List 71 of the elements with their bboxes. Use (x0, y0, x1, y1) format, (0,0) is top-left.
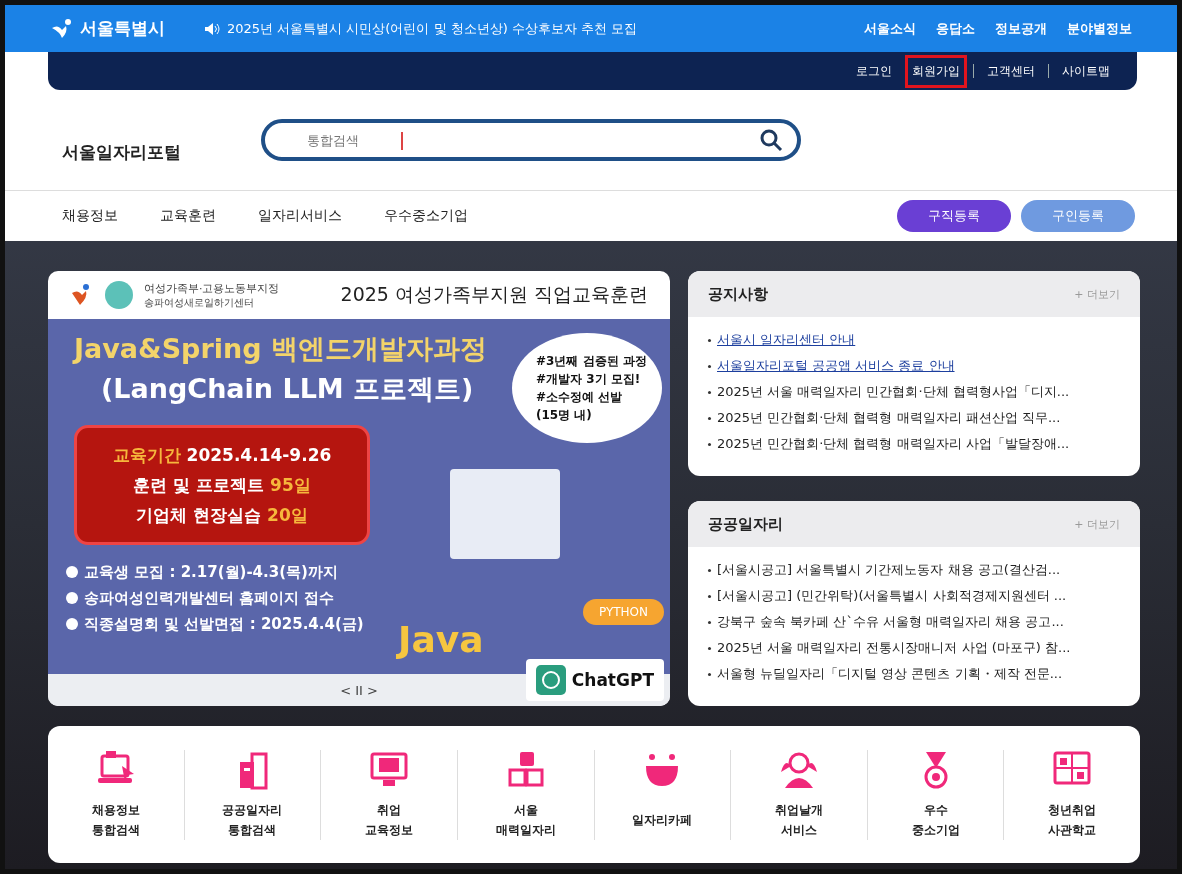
python-tag: PYTHON (582, 599, 664, 625)
quick-menu-link[interactable]: 공공일자리 통합검색 (222, 799, 283, 840)
notice-item[interactable]: 서울시 일자리센터 안내 (717, 329, 856, 351)
nav-item[interactable]: 일자리서비스 (258, 207, 342, 225)
search-icon[interactable] (759, 128, 783, 152)
bullet-dot (708, 390, 711, 394)
job-item[interactable]: [서울시공고] 서울특별시 기간제노동자 채용 공고(결산검... (717, 559, 1061, 581)
course-subtitle: (LangChain LLM 프로젝트) (101, 372, 474, 406)
bullet-dot (708, 442, 711, 446)
bullet-dot (708, 672, 711, 676)
knot-icon (535, 665, 566, 695)
org-subtitle: 여성가족부·고용노동부지정 (144, 280, 280, 296)
period-line: 기업체 현장실습 20일 (135, 504, 309, 527)
period-line: 훈련 및 프로젝트 95일 (132, 474, 312, 497)
search-box[interactable]: 통합검색 (261, 119, 801, 161)
card-title: 공공일자리 (708, 514, 783, 534)
bullet-dot (708, 364, 711, 368)
banner-headline: 2025 여성가족부지원 직업교육훈련 (340, 282, 648, 307)
card-title: 공지사항 (708, 284, 768, 304)
job-item[interactable]: 서울형 뉴딜일자리「디지털 영상 콘텐츠 기획・제작 전문... (717, 663, 1063, 685)
quick-menu-link[interactable]: 일자리카페 (632, 799, 693, 840)
city-logo-text[interactable]: 서울특별시 (80, 17, 165, 40)
org-name: 송파여성새로일하기센터 (144, 295, 255, 310)
top-link[interactable]: 정보공개 (995, 19, 1047, 38)
utility-link[interactable]: 로그인 (849, 54, 899, 88)
chatgpt-tag: ChatGPT (525, 659, 664, 701)
quick-menu-link[interactable]: 우수 중소기업 (911, 799, 960, 840)
bullet-dot (708, 620, 711, 624)
quick-menu-link[interactable]: 채용정보 통합검색 (91, 799, 140, 840)
utility-link[interactable]: 사이트맵 (1055, 54, 1117, 88)
bullet-dot (66, 618, 78, 630)
slide-controls[interactable]: < II > (340, 682, 378, 698)
bullet-dot (66, 566, 78, 578)
register-button[interactable]: 구직등록 (897, 200, 1011, 232)
notice-item[interactable]: 2025년 민간협회·단체 협력형 매력일자리 사업「발달장애... (717, 433, 1070, 455)
bullet-text: 송파여성인력개발센터 홈페이지 접수 (84, 588, 335, 609)
speaker-icon (205, 22, 221, 35)
bullet-dot (708, 338, 711, 342)
nav-item[interactable]: 우수중소기업 (384, 207, 468, 225)
quick-menu-link[interactable]: 청년취업 사관학교 (1048, 799, 1097, 840)
top-link[interactable]: 서울소식 (864, 19, 916, 38)
bullet-text: 교육생 모집 : 2.17(월)-4.3(목)까지 (84, 562, 338, 583)
bullet-dot (708, 646, 711, 650)
site-title[interactable]: 서울일자리포털 (62, 141, 181, 164)
quick-menu-link[interactable]: 취업 교육정보 (365, 799, 414, 840)
quick-menu-link[interactable]: 취업날개 서비스 (774, 799, 823, 840)
nav-item[interactable]: 채용정보 (62, 207, 118, 225)
job-item[interactable]: 강북구 숲속 북카페 산`수유 서울형 매력일자리 채용 공고... (717, 611, 1064, 633)
speech-bubble: #3년째 검증된 과정 #개발자 3기 모집! #소수정예 선발 (15명 내) (512, 333, 662, 443)
top-link[interactable]: 응답소 (936, 19, 975, 38)
java-text: Java (398, 619, 484, 660)
promo-banner[interactable] (48, 271, 670, 706)
center-logo-icon (104, 280, 134, 310)
bullet-dot (708, 416, 711, 420)
job-item[interactable]: 2025년 서울 매력일자리 전통시장매니저 사업 (마포구) 참... (717, 637, 1071, 659)
bullet-text: 직종설명회 및 선발면접 : 2025.4.4(금) (84, 614, 364, 635)
course-title: Java&Spring 백엔드개발자과정 (74, 332, 487, 366)
utility-link[interactable]: 회원가입 (905, 54, 967, 88)
bullet-dot (66, 592, 78, 604)
bullet-dot (708, 568, 711, 572)
utility-link[interactable]: 고객센터 (980, 54, 1042, 88)
notice-item[interactable]: 2025년 서울 매력일자리 민간협회·단체 협력형사업「디지... (717, 381, 1070, 403)
nav-item[interactable]: 교육훈련 (160, 207, 216, 225)
job-item[interactable]: [서울시공고] (민간위탁)(서울특별시 사회적경제지원센터 ... (717, 585, 1067, 607)
period-line: 교육기간 2025.4.14-9.26 (111, 444, 333, 467)
bullet-dot (708, 594, 711, 598)
announcement-link[interactable]: 2025년 서울특별시 시민상(어린이 및 청소년상) 수상후보자 추천 모집 (227, 19, 638, 38)
quick-menu-link[interactable]: 서울 매력일자리 (495, 799, 556, 840)
notice-item[interactable]: 서울일자리포털 공공앱 서비스 종료 안내 (717, 355, 955, 377)
notice-item[interactable]: 2025년 민간협회·단체 협력형 매력일자리 패션산업 직무... (717, 407, 1061, 429)
top-link[interactable]: 분야별정보 (1067, 19, 1132, 38)
